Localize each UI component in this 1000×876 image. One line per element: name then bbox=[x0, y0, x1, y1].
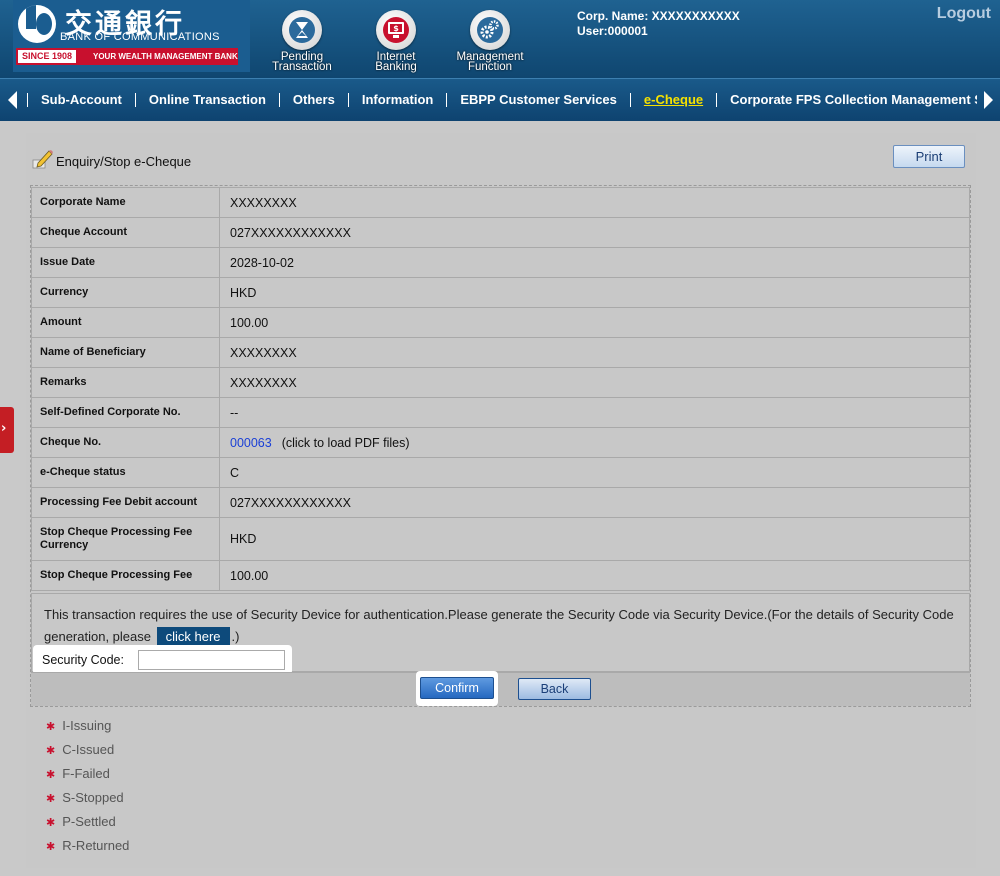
table-row: Amount 100.00 bbox=[31, 307, 970, 338]
monitor-dollar-icon: $ bbox=[376, 10, 416, 50]
nav-item-ebpp[interactable]: EBPP Customer Services bbox=[447, 79, 630, 122]
table-row: e-Cheque status C bbox=[31, 457, 970, 488]
bank-logo-mark bbox=[18, 5, 56, 43]
nav-item-fps-collection[interactable]: Corporate FPS Collection Management Serv… bbox=[717, 79, 977, 122]
main-nav: Sub-Account Online Transaction Others Infor… bbox=[0, 78, 1000, 121]
logo-slogan: YOUR WEALTH MANAGEMENT BANK bbox=[93, 52, 238, 61]
internet-banking-button[interactable]: $ Internet Banking bbox=[356, 10, 436, 73]
nav-item-information[interactable]: Information bbox=[349, 79, 447, 122]
corp-name: Corp. Name: XXXXXXXXXXX bbox=[577, 9, 740, 23]
nav-scroll-left-icon[interactable] bbox=[8, 91, 17, 109]
user-id: User:000001 bbox=[577, 24, 648, 38]
list-item: ✱ F-Failed bbox=[46, 766, 110, 781]
pdf-note: (click to load PDF files) bbox=[281, 435, 410, 450]
chevron-right-icon: › bbox=[1, 421, 7, 436]
sidebar-toggle[interactable]: › bbox=[0, 407, 14, 453]
nav-item-sub-account[interactable]: Sub-Account bbox=[28, 79, 135, 122]
table-row: Self-Defined Corporate No. -- bbox=[31, 397, 970, 428]
table-row: Cheque No. 000063 (click to load PDF files… bbox=[31, 427, 970, 458]
table-row: Issue Date 2028-10-02 bbox=[31, 247, 970, 278]
security-code-input[interactable] bbox=[138, 650, 285, 670]
table-row: Cheque Account 027XXXXXXXXXXXX bbox=[31, 217, 970, 248]
pencil-icon bbox=[30, 148, 54, 170]
cheque-detail-table: Corporate Name XXXXXXXX Cheque Account 027… bbox=[31, 187, 970, 591]
bank-logo[interactable]: 交通銀行 BANK OF COMMUNICATIONS SINCE 1908 Y… bbox=[13, 0, 250, 72]
header-bar: 交通銀行 BANK OF COMMUNICATIONS SINCE 1908 Y… bbox=[0, 0, 1000, 78]
list-item: ✱ C-Issued bbox=[46, 742, 115, 757]
table-row: Corporate Name XXXXXXXX bbox=[31, 187, 970, 218]
list-item: ✱ R-Returned bbox=[46, 838, 130, 853]
status-legend: ✱ I-Issuing ✱ C-Issued ✱ F-Failed ✱ S-Stoppe… bbox=[46, 716, 129, 860]
svg-text:$: $ bbox=[393, 24, 399, 33]
nav-item-online-transaction[interactable]: Online Transaction bbox=[136, 79, 279, 122]
click-here-link[interactable]: click here bbox=[156, 627, 230, 646]
button-row bbox=[31, 672, 970, 706]
pending-transaction-button[interactable]: Pending Transaction bbox=[262, 10, 342, 73]
logout-link[interactable]: Logout bbox=[937, 5, 991, 23]
hourglass-icon bbox=[282, 10, 322, 50]
logo-english-name: BANK OF COMMUNICATIONS bbox=[60, 31, 220, 43]
management-function-button[interactable]: Management Function bbox=[450, 10, 530, 73]
corp-info: Corp. Name: XXXXXXXXXXX User:000001 bbox=[577, 9, 740, 39]
print-button[interactable]: Print bbox=[893, 145, 965, 168]
back-button[interactable]: Back bbox=[518, 678, 591, 700]
nav-item-others[interactable]: Others bbox=[280, 79, 348, 122]
confirm-button[interactable]: Confirm bbox=[420, 677, 494, 699]
table-row: Remarks XXXXXXXX bbox=[31, 367, 970, 398]
nav-item-e-cheque[interactable]: e-Cheque bbox=[631, 79, 716, 122]
table-row: Processing Fee Debit account 027XXXXXXXXX… bbox=[31, 487, 970, 518]
table-row: Currency HKD bbox=[31, 277, 970, 308]
page-title: Enquiry/Stop e-Cheque bbox=[30, 148, 191, 170]
list-item: ✱ P-Settled bbox=[46, 814, 116, 829]
table-row: Name of Beneficiary XXXXXXXX bbox=[31, 337, 970, 368]
cheque-number-link[interactable]: 000063 bbox=[230, 436, 272, 450]
nav-scroll-right-icon[interactable] bbox=[984, 91, 993, 109]
list-item: ✱ S-Stopped bbox=[46, 790, 124, 805]
logo-since: SINCE 1908 bbox=[18, 50, 77, 63]
security-code-group: Security Code: bbox=[33, 645, 292, 675]
security-code-label: Security Code: bbox=[42, 653, 124, 667]
table-row: Stop Cheque Processing Fee Currency HKD bbox=[31, 517, 970, 561]
list-item: ✱ I-Issuing bbox=[46, 718, 112, 733]
gears-icon bbox=[470, 10, 510, 50]
table-row: Stop Cheque Processing Fee 100.00 bbox=[31, 560, 970, 591]
